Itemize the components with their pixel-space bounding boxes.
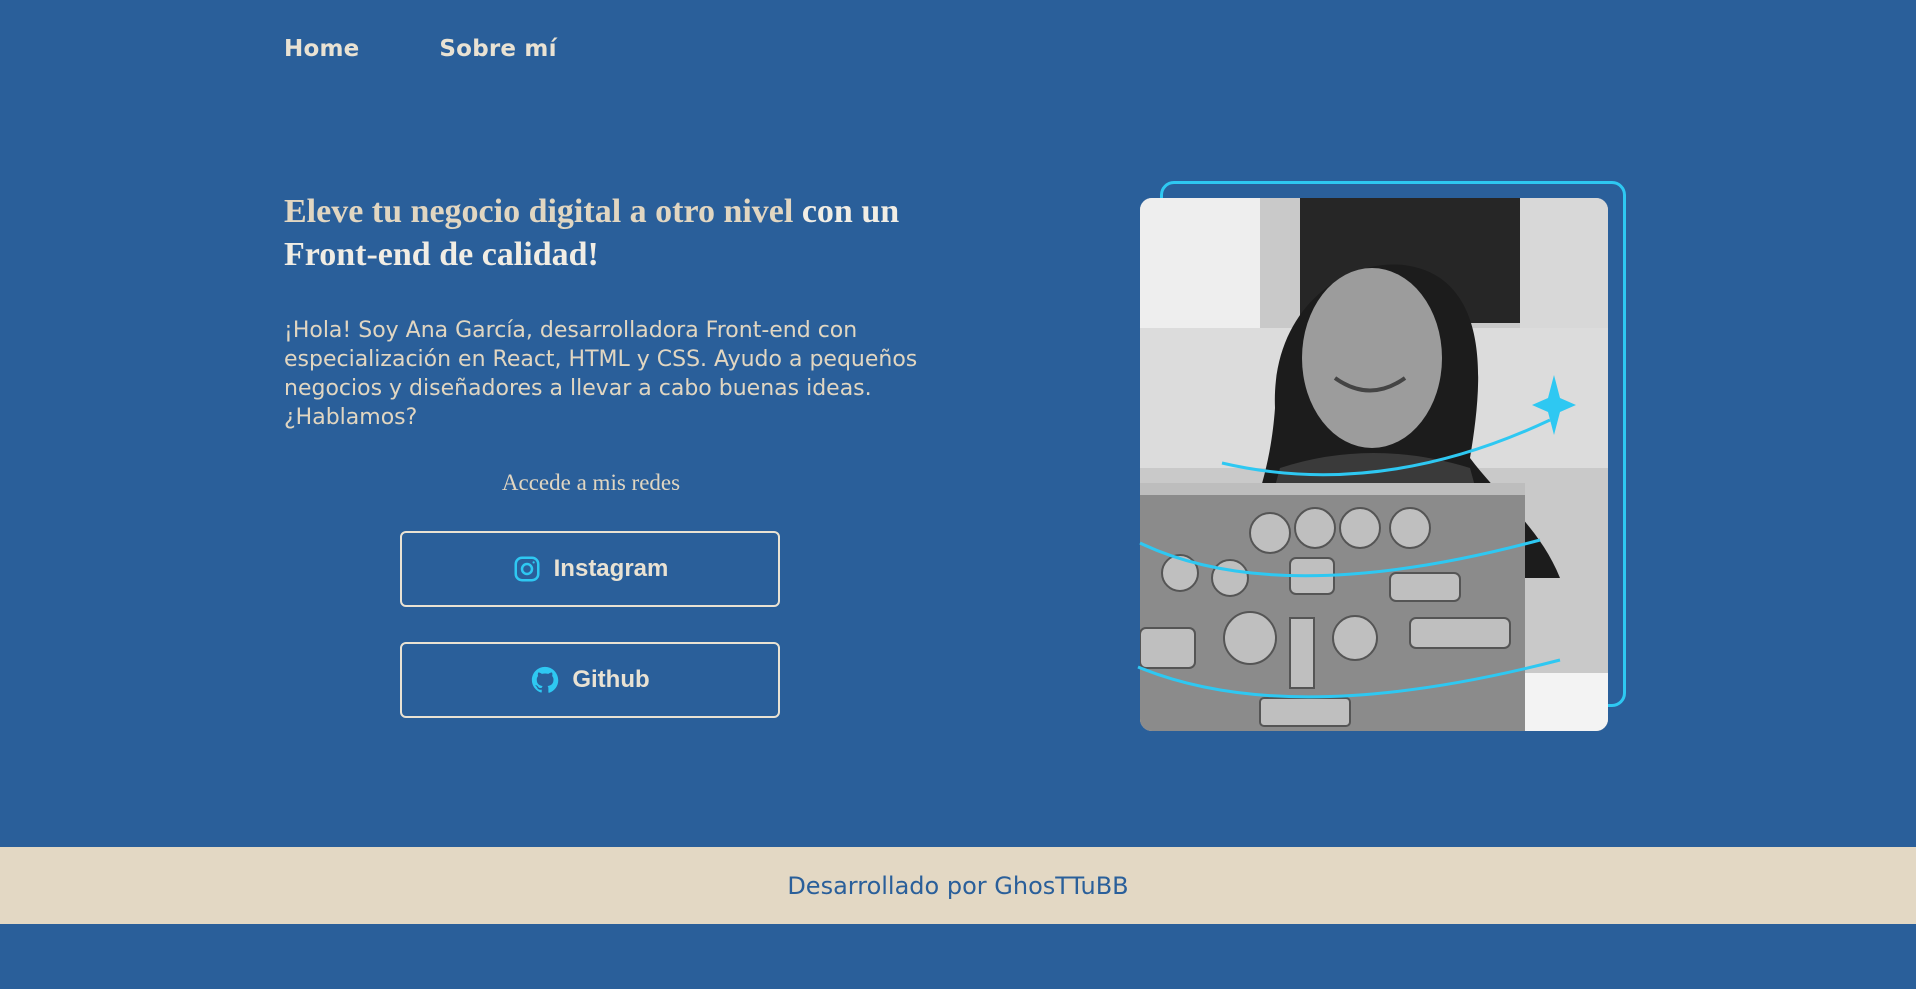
hero-title-highlight: Eleve tu negocio digital a otro nivel (284, 193, 794, 230)
github-button[interactable]: Github (400, 642, 780, 718)
github-button-label: Github (572, 666, 650, 693)
github-icon (532, 666, 559, 693)
page: Home Sobre mí Eleve tu negocio digital a… (0, 0, 1916, 989)
instagram-button[interactable]: Instagram (400, 531, 780, 607)
hero-title: Eleve tu negocio digital a otro nivel co… (284, 190, 924, 276)
nav-link-home[interactable]: Home (284, 36, 359, 62)
profile-photo (1140, 198, 1608, 731)
nav-link-sobre-mi[interactable]: Sobre mí (439, 36, 556, 62)
footer-text: Desarrollado por GhosTTuBB (787, 871, 1129, 900)
instagram-icon (514, 556, 540, 582)
hero-description: ¡Hola! Soy Ana García, desarrolladora Fr… (284, 318, 918, 430)
social-heading: Accede a mis redes (501, 470, 681, 495)
profile-photo-illustration (1140, 198, 1608, 731)
footer: Desarrollado por GhosTTuBB (0, 847, 1916, 924)
instagram-button-label: Instagram (553, 555, 669, 582)
main-nav: Home Sobre mí (284, 36, 557, 62)
